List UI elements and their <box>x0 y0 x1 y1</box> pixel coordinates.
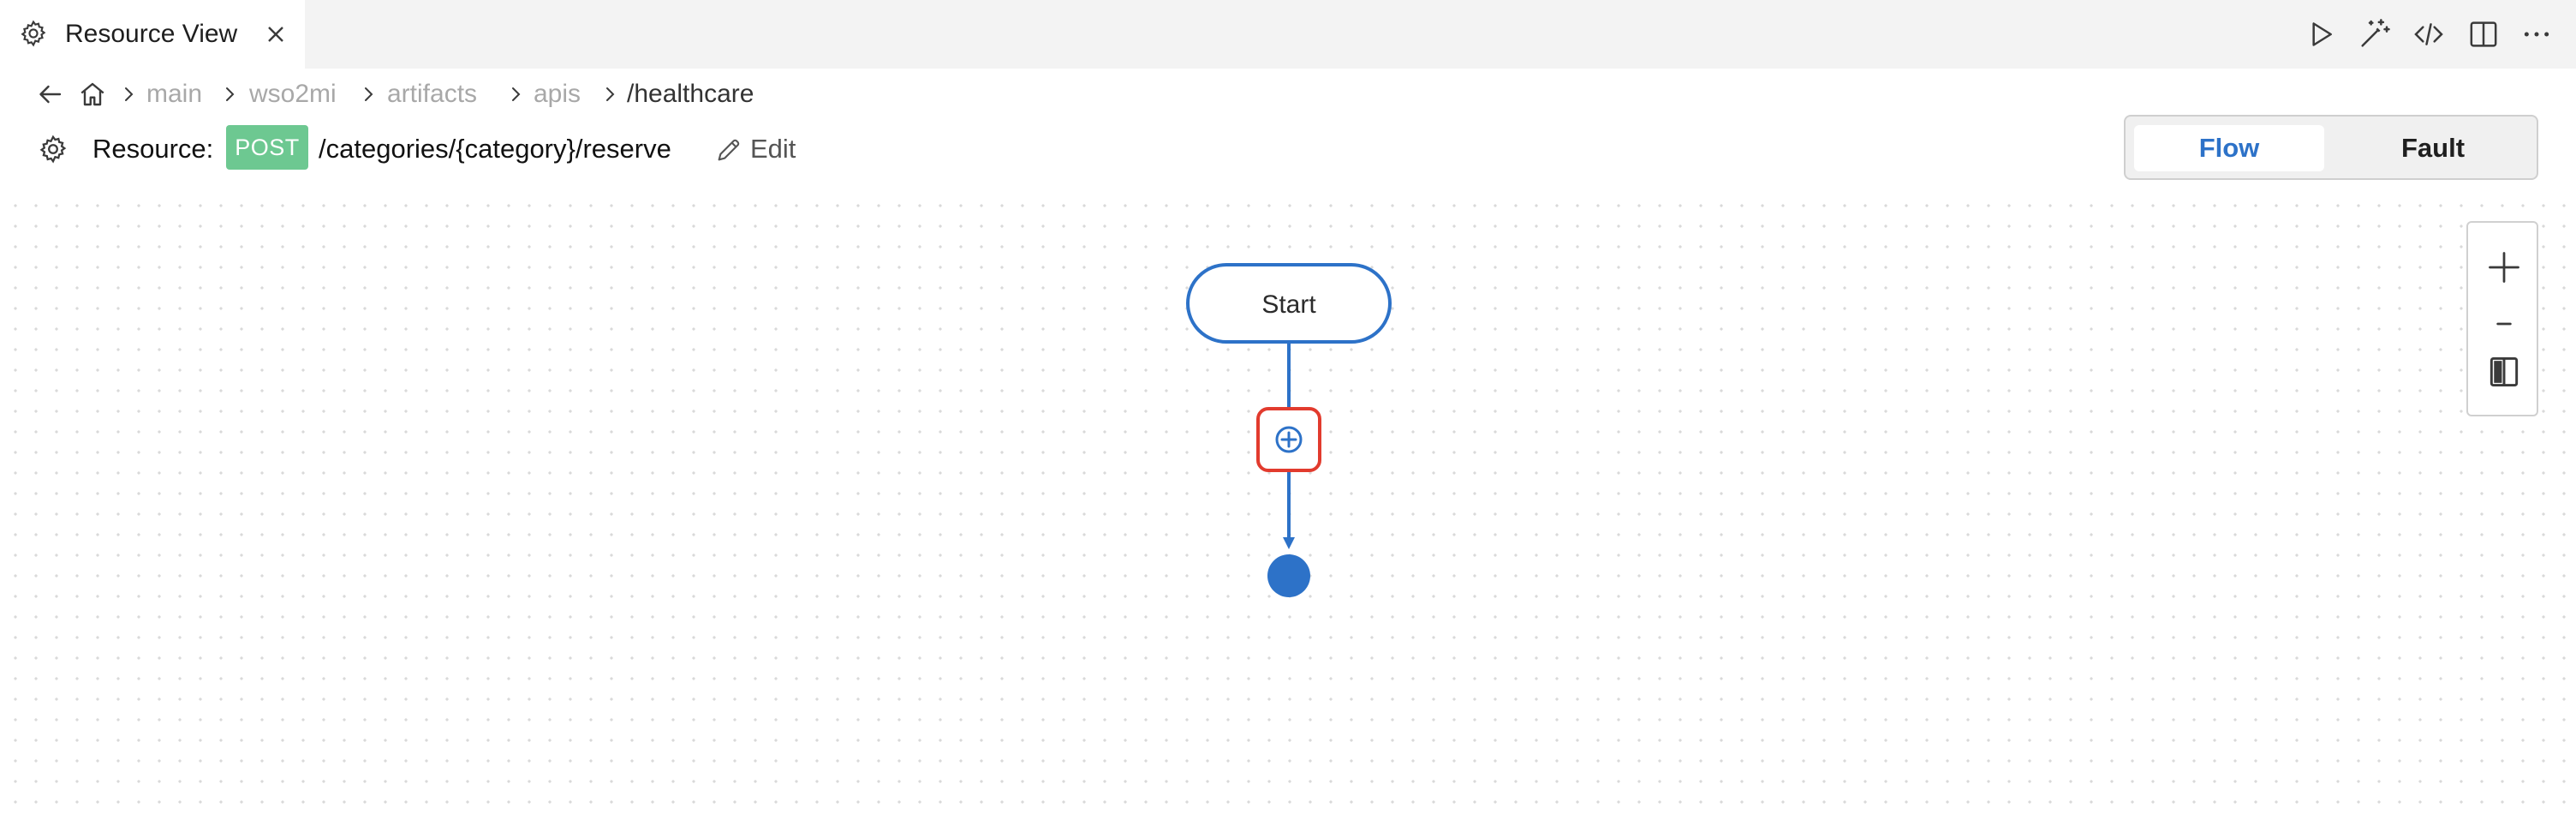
chevron-right-icon <box>365 87 373 101</box>
chevron-right-icon <box>512 87 521 101</box>
gear-icon <box>21 20 46 47</box>
flow-fault-switch: Flow Fault <box>2124 115 2538 180</box>
tab-flow[interactable]: Flow <box>2134 125 2324 171</box>
chevron-right-icon <box>125 87 134 101</box>
breadcrumb-item-wso2mi[interactable]: wso2mi <box>249 77 337 111</box>
gear-icon <box>39 135 67 164</box>
zoom-controls <box>2466 221 2538 416</box>
edit-label: Edit <box>750 134 796 164</box>
flow-diagram: Start <box>1186 263 1392 597</box>
edit-button[interactable]: Edit <box>714 130 808 168</box>
tab-resource-view[interactable]: Resource View <box>0 0 305 69</box>
breadcrumb: main wso2mi artifacts apis /healthcare <box>0 75 1028 113</box>
end-node <box>1267 554 1310 597</box>
resource-label: Resource: <box>92 134 214 164</box>
resource-header: Resource: POST /categories/{category}/re… <box>0 125 1028 173</box>
split-view-icon[interactable] <box>2466 17 2501 51</box>
run-button[interactable] <box>2304 17 2338 51</box>
fit-to-screen-icon[interactable] <box>2485 353 2523 391</box>
back-arrow-icon[interactable] <box>34 79 65 110</box>
pencil-icon <box>718 139 740 161</box>
magic-wand-icon[interactable] <box>2357 17 2391 51</box>
breadcrumb-item-apis[interactable]: apis <box>534 77 581 111</box>
diagram-canvas[interactable]: Start <box>0 189 2576 814</box>
method-badge: POST <box>226 125 308 170</box>
ellipsis-icon[interactable] <box>2519 17 2554 51</box>
close-icon[interactable] <box>262 21 289 48</box>
home-icon[interactable] <box>77 79 108 110</box>
zoom-in-icon[interactable] <box>2485 248 2523 286</box>
editor-tab-bar: Resource View <box>0 0 2576 69</box>
resource-path: /categories/{category}/reserve <box>319 134 671 164</box>
breadcrumb-item-main[interactable]: main <box>146 77 202 111</box>
chevron-right-icon <box>226 87 235 101</box>
tab-title: Resource View <box>65 20 238 48</box>
code-icon[interactable] <box>2412 17 2446 51</box>
zoom-out-icon[interactable] <box>2485 305 2523 343</box>
start-node[interactable]: Start <box>1186 263 1392 344</box>
add-mediator-button[interactable] <box>1256 407 1321 472</box>
chevron-right-icon <box>606 87 615 101</box>
breadcrumb-item-healthcare: /healthcare <box>627 80 754 108</box>
start-label: Start <box>1261 290 1316 319</box>
breadcrumb-item-artifacts[interactable]: artifacts <box>387 77 477 111</box>
tab-fault[interactable]: Fault <box>2338 125 2528 171</box>
